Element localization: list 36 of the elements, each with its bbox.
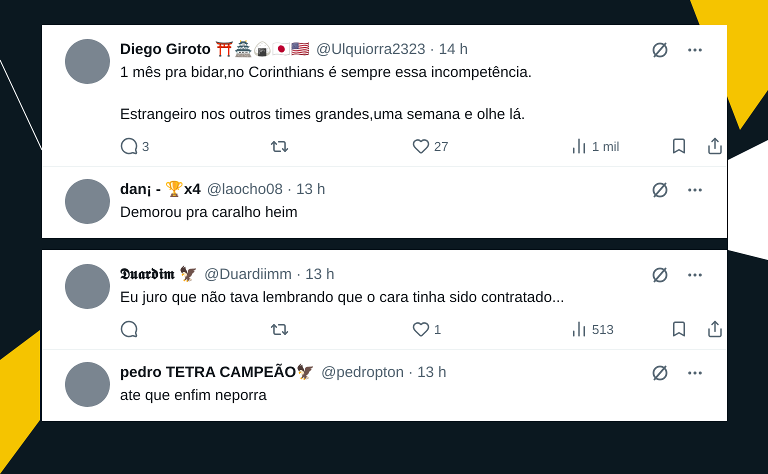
like-icon[interactable]: [412, 320, 430, 338]
like-count: 27: [434, 138, 448, 156]
handle-and-time[interactable]: @pedropton · 13 h: [321, 362, 446, 384]
avatar[interactable]: [65, 264, 110, 309]
slashed-circle-icon[interactable]: [650, 40, 670, 60]
slashed-circle-icon[interactable]: [650, 265, 670, 286]
tweet-text: Eu juro que não tava lembrando que o cara tinha sido contratado...: [120, 288, 566, 308]
tweet-text: 1 mês pra bidar,no Corinthians é sempre essa incompetência.: [120, 62, 533, 82]
views-icon[interactable]: [570, 320, 588, 338]
tweet-text: Demorou pra caralho heim: [120, 202, 299, 222]
tweet-text: ate que enfim neporra: [120, 386, 268, 406]
like-count: 1: [434, 320, 442, 338]
reply-icon[interactable]: [120, 320, 138, 338]
share-icon[interactable]: [706, 137, 724, 156]
author-name[interactable]: dan¡ - 🏆x4: [120, 179, 201, 202]
bookmark-icon[interactable]: [670, 320, 688, 338]
author-name[interactable]: pedro TETRA CAMPEÃO🦅: [120, 362, 316, 384]
bookmark-icon[interactable]: [670, 137, 688, 156]
views-icon[interactable]: [570, 137, 588, 156]
author-name[interactable]: 𝕯𝖚𝖆𝖗𝖉𝖎𝖒 🦅: [120, 264, 198, 286]
avatar[interactable]: [65, 179, 110, 224]
slashed-circle-icon[interactable]: [650, 363, 670, 384]
tweet-text: Estrangeiro nos outros times grandes,uma semana e olhe lá.: [120, 104, 526, 124]
share-icon[interactable]: [706, 320, 724, 338]
author-name[interactable]: Diego Giroto ⛩🏯🍙🇯🇵🇺🇸: [120, 39, 310, 62]
like-icon[interactable]: [412, 137, 430, 156]
view-count: 1 mil: [592, 138, 620, 156]
avatar[interactable]: [65, 39, 110, 84]
handle-and-time[interactable]: @Duardiimm · 13 h: [204, 264, 334, 286]
slashed-circle-icon[interactable]: [650, 180, 670, 200]
reply-count: 3: [142, 138, 150, 156]
reply-icon[interactable]: [120, 137, 138, 156]
handle-and-time[interactable]: @laocho08 · 13 h: [206, 179, 326, 202]
view-count: 513: [592, 320, 614, 338]
handle-and-time[interactable]: @Ulquiorra2323 · 14 h: [316, 39, 468, 62]
avatar[interactable]: [65, 362, 110, 407]
